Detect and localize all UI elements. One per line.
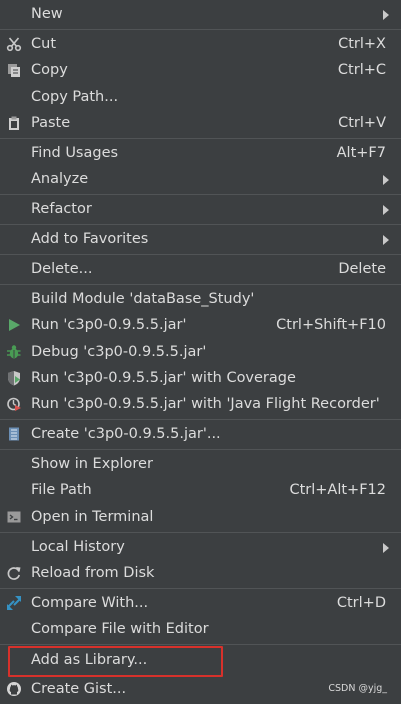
menu-item-compare-with-label: Compare With...	[31, 595, 149, 611]
menu-item-create-configuration[interactable]: Create 'c3p0-0.9.5.5.jar'...	[0, 421, 401, 447]
menu-item-analyze[interactable]: Analyze	[0, 166, 401, 192]
menu-item-debug[interactable]: Debug 'c3p0-0.9.5.5.jar'	[0, 339, 401, 365]
compare-arrows-icon	[5, 594, 23, 612]
menu-item-file-path-shortcut: Ctrl+Alt+F12	[289, 482, 386, 498]
bug-icon	[5, 343, 23, 361]
menu-item-cut-label: Cut	[31, 36, 56, 52]
menu-item-reload-from-disk-label: Reload from Disk	[31, 565, 155, 581]
menu-separator	[0, 644, 401, 645]
submenu-arrow-icon	[383, 235, 389, 245]
menu-item-paste[interactable]: Paste Ctrl+V	[0, 110, 401, 136]
menu-separator	[0, 588, 401, 589]
watermark: CSDN @yjg_	[328, 683, 387, 694]
menu-separator	[0, 224, 401, 225]
menu-item-compare-file-with-editor[interactable]: Compare File with Editor	[0, 616, 401, 642]
menu-item-paste-label: Paste	[31, 115, 71, 131]
menu-separator	[0, 254, 401, 255]
menu-item-create-configuration-label: Create 'c3p0-0.9.5.5.jar'...	[31, 426, 221, 442]
menu-item-delete[interactable]: Delete... Delete	[0, 256, 401, 282]
menu-item-find-usages[interactable]: Find Usages Alt+F7	[0, 140, 401, 166]
menu-item-file-path[interactable]: File Path Ctrl+Alt+F12	[0, 477, 401, 503]
menu-item-run-shortcut: Ctrl+Shift+F10	[276, 317, 386, 333]
menu-item-copy-path-label: Copy Path...	[31, 89, 119, 105]
menu-item-find-usages-label: Find Usages	[31, 145, 119, 161]
menu-item-delete-shortcut: Delete	[338, 261, 386, 277]
menu-item-show-in-explorer-label: Show in Explorer	[31, 456, 153, 472]
menu-item-cut[interactable]: Cut Ctrl+X	[0, 31, 401, 57]
menu-item-run[interactable]: Run 'c3p0-0.9.5.5.jar' Ctrl+Shift+F10	[0, 312, 401, 338]
menu-item-compare-file-with-editor-label: Compare File with Editor	[31, 621, 209, 637]
menu-separator	[0, 194, 401, 195]
menu-item-copy-label: Copy	[31, 62, 68, 78]
shield-icon	[5, 369, 23, 387]
menu-item-reload-from-disk[interactable]: Reload from Disk	[0, 560, 401, 586]
menu-item-open-in-terminal[interactable]: Open in Terminal	[0, 504, 401, 530]
menu-item-local-history[interactable]: Local History	[0, 534, 401, 560]
menu-item-create-gist-label: Create Gist...	[31, 681, 127, 697]
terminal-icon	[5, 508, 23, 526]
menu-item-new-label: New	[31, 6, 63, 22]
menu-item-refactor-label: Refactor	[31, 201, 92, 217]
menu-item-analyze-label: Analyze	[31, 171, 89, 187]
submenu-arrow-icon	[383, 543, 389, 553]
menu-item-compare-with-shortcut: Ctrl+D	[336, 595, 386, 611]
menu-item-compare-with[interactable]: Compare With... Ctrl+D	[0, 590, 401, 616]
menu-item-refactor[interactable]: Refactor	[0, 196, 401, 222]
menu-item-copy-shortcut: Ctrl+C	[337, 62, 386, 78]
menu-item-delete-label: Delete...	[31, 261, 93, 277]
menu-separator	[0, 284, 401, 285]
menu-separator	[0, 449, 401, 450]
menu-separator	[0, 29, 401, 30]
menu-item-run-coverage-label: Run 'c3p0-0.9.5.5.jar' with Coverage	[31, 370, 296, 386]
flight-recorder-icon	[5, 395, 23, 413]
menu-item-build-module-label: Build Module 'dataBase_Study'	[31, 291, 255, 307]
submenu-arrow-icon	[383, 175, 389, 185]
menu-item-copy[interactable]: Copy Ctrl+C	[0, 57, 401, 83]
menu-item-open-in-terminal-label: Open in Terminal	[31, 509, 154, 525]
menu-item-cut-shortcut: Ctrl+X	[338, 36, 386, 52]
menu-item-file-path-label: File Path	[31, 482, 92, 498]
menu-separator	[0, 138, 401, 139]
scissors-icon	[5, 35, 23, 53]
reload-icon	[5, 564, 23, 582]
menu-item-add-to-favorites-label: Add to Favorites	[31, 231, 149, 247]
menu-item-run-jfr[interactable]: Run 'c3p0-0.9.5.5.jar' with 'Java Flight…	[0, 391, 401, 417]
menu-item-add-to-favorites[interactable]: Add to Favorites	[0, 226, 401, 252]
configuration-icon	[5, 425, 23, 443]
highlight-box	[8, 646, 223, 677]
play-icon	[5, 316, 23, 334]
submenu-arrow-icon	[383, 10, 389, 20]
menu-item-local-history-label: Local History	[31, 539, 125, 555]
menu-item-copy-path[interactable]: Copy Path...	[0, 84, 401, 110]
menu-item-paste-shortcut: Ctrl+V	[338, 115, 386, 131]
copy-icon	[5, 61, 23, 79]
clipboard-icon	[5, 114, 23, 132]
menu-separator	[0, 419, 401, 420]
menu-item-new[interactable]: New	[0, 1, 401, 27]
menu-item-show-in-explorer[interactable]: Show in Explorer	[0, 451, 401, 477]
menu-separator	[0, 532, 401, 533]
menu-item-run-jfr-label: Run 'c3p0-0.9.5.5.jar' with 'Java Flight…	[31, 396, 380, 412]
menu-item-run-coverage[interactable]: Run 'c3p0-0.9.5.5.jar' with Coverage	[0, 365, 401, 391]
context-menu: New Cut Ctrl+X Copy Ctrl+C Copy Path... …	[0, 0, 401, 704]
menu-item-run-label: Run 'c3p0-0.9.5.5.jar'	[31, 317, 187, 333]
menu-item-find-usages-shortcut: Alt+F7	[336, 145, 386, 161]
menu-item-build-module[interactable]: Build Module 'dataBase_Study'	[0, 286, 401, 312]
menu-item-debug-label: Debug 'c3p0-0.9.5.5.jar'	[31, 344, 207, 360]
submenu-arrow-icon	[383, 205, 389, 215]
github-icon	[5, 680, 23, 698]
